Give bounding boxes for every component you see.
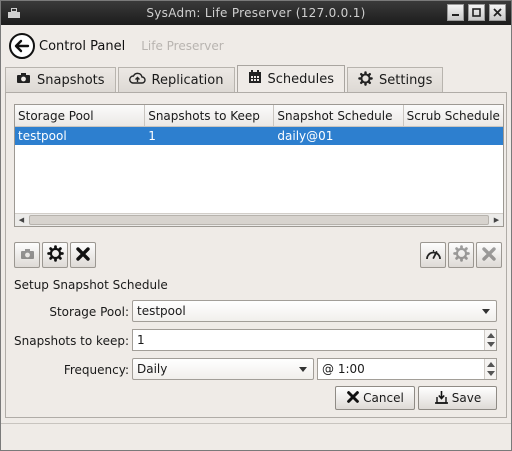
spin-up-icon[interactable] (487, 362, 495, 367)
frequency-label: Frequency: (63, 363, 129, 377)
camera-icon (20, 248, 35, 263)
title-bar: SysAdm: Life Preserver (127.0.0.1) (1, 1, 511, 25)
spin-arrows[interactable] (484, 359, 496, 379)
tab-label: Schedules (267, 71, 335, 87)
scrub-settings-button[interactable] (448, 242, 474, 268)
snapshots-keep-value: 1 (137, 333, 145, 347)
scroll-left-icon[interactable]: ◀ (15, 214, 28, 226)
remove-scrub-button[interactable] (476, 242, 502, 268)
tab-snapshots[interactable]: Snapshots (5, 67, 116, 92)
time-spinbox[interactable]: @ 1:00 (317, 358, 497, 380)
tab-bar: Snapshots Replication Schedules Settings (5, 65, 445, 92)
new-snapshot-button[interactable] (14, 242, 40, 268)
x-icon (75, 246, 91, 265)
table-cell: testpool (18, 129, 67, 143)
scrub-tools (420, 242, 502, 268)
schedule-tools (14, 242, 96, 268)
save-icon (434, 390, 449, 407)
horizontal-scrollbar[interactable]: ◀ ▶ (15, 213, 503, 226)
snapshots-keep-label: Snapshots to keep: (14, 334, 129, 348)
gear-icon (358, 70, 373, 90)
cloud-upload-icon (128, 72, 146, 89)
storage-pool-value: testpool (137, 304, 186, 318)
spin-arrows[interactable] (484, 330, 496, 350)
cancel-label: Cancel (363, 391, 404, 405)
chevron-down-icon (482, 309, 490, 314)
scroll-right-icon[interactable]: ▶ (490, 214, 503, 226)
column-header[interactable]: Snapshots to Keep (145, 105, 275, 126)
control-panel-link[interactable]: Control Panel (39, 39, 125, 54)
snapshots-keep-spinbox[interactable]: 1 (132, 329, 497, 351)
spin-down-icon[interactable] (487, 371, 495, 376)
time-value: @ 1:00 (322, 362, 365, 376)
minimize-icon[interactable] (447, 4, 464, 21)
speedometer-icon (425, 247, 442, 264)
table-row[interactable]: testpool 1 daily@01 (15, 127, 503, 145)
maximize-icon[interactable] (468, 4, 485, 21)
schedules-table[interactable]: Storage Pool Snapshots to Keep Snapshot … (14, 104, 504, 227)
calendar-icon (248, 70, 262, 88)
app-window: SysAdm: Life Preserver (127.0.0.1) Contr… (0, 0, 512, 451)
scrollbar-thumb[interactable] (29, 215, 489, 225)
chevron-down-icon (299, 367, 307, 372)
configure-schedule-button[interactable] (42, 242, 68, 268)
schedules-panel: Storage Pool Snapshots to Keep Snapshot … (5, 92, 507, 418)
save-button[interactable]: Save (418, 386, 497, 410)
spin-up-icon[interactable] (487, 333, 495, 338)
save-label: Save (451, 391, 482, 405)
tab-schedules[interactable]: Schedules (236, 65, 346, 92)
tab-label: Snapshots (37, 72, 105, 88)
remove-schedule-button[interactable] (70, 242, 96, 268)
current-page-label: Life Preserver (141, 39, 224, 53)
tab-replication[interactable]: Replication (117, 67, 235, 92)
window-title: SysAdm: Life Preserver (127.0.0.1) (146, 6, 366, 20)
back-arrow-icon[interactable] (9, 33, 35, 59)
section-title: Setup Snapshot Schedule (14, 278, 168, 292)
x-icon (481, 246, 497, 265)
close-icon[interactable] (489, 4, 506, 21)
x-icon (346, 390, 360, 407)
tab-label: Replication (151, 72, 224, 88)
table-cell (404, 127, 503, 145)
column-header[interactable]: Snapshot Schedule (274, 105, 404, 126)
tab-label: Settings (379, 72, 433, 88)
breadcrumb: Control Panel Life Preserver (9, 31, 224, 61)
status-bar (1, 423, 511, 450)
scrub-button[interactable] (420, 242, 446, 268)
column-header[interactable]: Scrub Schedule (404, 105, 503, 126)
table-cell: daily@01 (277, 129, 334, 143)
camera-icon (16, 72, 31, 88)
frequency-value: Daily (137, 362, 168, 376)
spin-down-icon[interactable] (487, 342, 495, 347)
column-header[interactable]: Storage Pool (15, 105, 146, 126)
table-header: Storage Pool Snapshots to Keep Snapshot … (15, 105, 503, 127)
frequency-select[interactable]: Daily (132, 358, 314, 380)
cancel-button[interactable]: Cancel (335, 386, 415, 410)
tab-settings[interactable]: Settings (347, 67, 444, 92)
storage-pool-select[interactable]: testpool (132, 300, 497, 322)
gear-icon (452, 245, 470, 265)
gear-icon (46, 245, 64, 265)
storage-pool-label: Storage Pool: (49, 305, 129, 319)
table-cell: 1 (148, 129, 156, 143)
